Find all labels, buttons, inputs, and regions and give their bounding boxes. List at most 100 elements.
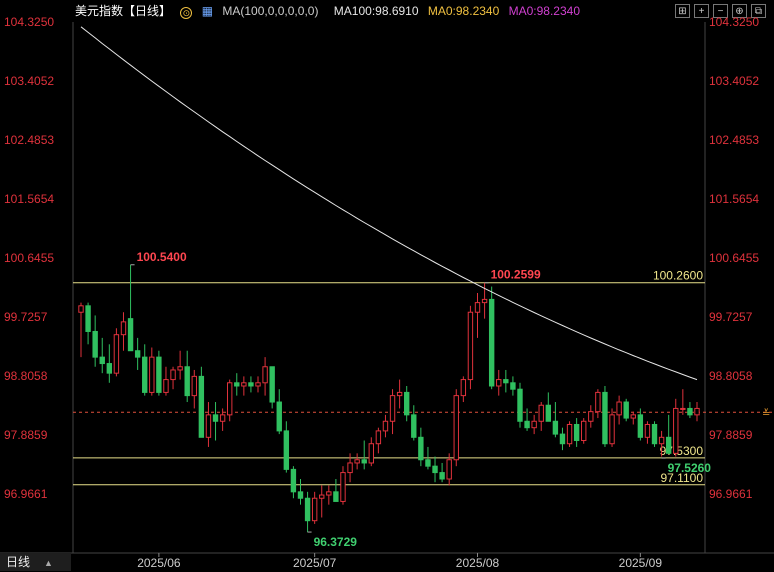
candle-body xyxy=(396,391,403,397)
candle-body xyxy=(694,407,700,416)
candle-body xyxy=(311,497,318,522)
period-label: 日线 xyxy=(6,555,31,569)
candle-body xyxy=(78,305,84,313)
candle-body xyxy=(552,420,559,435)
candle-body xyxy=(248,382,254,387)
candle-body xyxy=(212,414,219,422)
y-tick-left: 97.8859 xyxy=(4,428,48,442)
candle-body xyxy=(92,330,98,358)
candle-body xyxy=(113,334,120,374)
candle-body xyxy=(467,311,474,381)
candle-body xyxy=(177,366,183,371)
candle-body xyxy=(510,382,516,390)
candle-body xyxy=(418,436,424,461)
candle-body xyxy=(85,305,91,332)
y-tick-right: 102.4853 xyxy=(709,133,759,147)
candle-body xyxy=(488,298,495,387)
candle-body xyxy=(566,423,573,445)
candle-body xyxy=(503,379,509,384)
candle-body xyxy=(481,298,488,304)
candle-body xyxy=(673,407,679,454)
candle-body xyxy=(198,375,205,438)
candlestick-chart[interactable]: 104.3250 104.3250 103.4052 103.4052 102.4853… xyxy=(0,0,774,571)
candle-body xyxy=(389,395,396,422)
low-annotation: 96.3729 xyxy=(314,535,358,549)
candle-body xyxy=(106,363,113,374)
y-tick-right: 100.6455 xyxy=(709,251,759,265)
candle-body xyxy=(340,472,346,502)
y-tick-left: 103.4052 xyxy=(4,74,54,88)
candle-body xyxy=(425,459,431,467)
candle-body xyxy=(234,382,240,387)
y-tick-right: 97.8859 xyxy=(709,428,753,442)
candle-body xyxy=(368,443,374,464)
candle-body xyxy=(602,391,608,445)
candle-body xyxy=(170,369,176,381)
candle-body xyxy=(609,414,615,445)
candle-body xyxy=(127,318,134,352)
high-annotation: 100.2599 xyxy=(491,268,541,282)
candle-body xyxy=(531,420,537,429)
high-annotation: 100.5400 xyxy=(137,250,187,264)
candle-body xyxy=(354,459,360,464)
candle-body xyxy=(290,468,297,493)
candle-body xyxy=(665,436,672,454)
x-tick-label: 2025/07 xyxy=(293,556,337,570)
candle-body xyxy=(453,395,459,461)
x-tick-label: 2025/09 xyxy=(619,556,663,570)
candle-body xyxy=(333,491,339,502)
candle-body xyxy=(156,356,162,393)
y-tick-left: 100.6455 xyxy=(4,251,54,265)
y-tick-left: 102.4853 xyxy=(4,133,54,147)
candle-body xyxy=(581,420,587,442)
period-selector[interactable]: 日线 ▲ xyxy=(0,553,71,571)
candle-body xyxy=(630,414,636,419)
candle-body xyxy=(226,382,233,416)
ma100-line xyxy=(80,26,698,381)
candle-body xyxy=(637,414,644,438)
low-annotation: 97.5260 xyxy=(668,461,712,475)
candle-body xyxy=(361,459,367,464)
candle-body xyxy=(623,401,629,419)
candle-body xyxy=(191,375,197,397)
candle-body xyxy=(219,414,226,422)
y-tick-right: 99.7257 xyxy=(709,310,753,324)
candle-body xyxy=(411,414,417,438)
candle-body xyxy=(184,366,190,397)
candle-body xyxy=(347,462,353,474)
candle-body xyxy=(375,430,382,445)
candle-body xyxy=(205,414,212,438)
candle-body xyxy=(524,420,530,429)
candle-body xyxy=(687,407,693,416)
candle-body xyxy=(120,321,127,336)
candle-body xyxy=(559,433,566,445)
candle-body xyxy=(588,411,594,422)
x-tick-label: 2025/06 xyxy=(137,556,181,570)
candle-body xyxy=(644,423,651,438)
candle-body xyxy=(680,407,686,410)
candle-body xyxy=(616,401,622,416)
y-tick-left: 96.9661 xyxy=(4,487,48,501)
candle-body xyxy=(496,379,502,387)
level-label: 100.2600 xyxy=(653,269,703,283)
candle-body xyxy=(658,436,665,445)
candle-body xyxy=(262,366,268,384)
candle-body xyxy=(134,350,141,358)
candle-body xyxy=(319,494,325,499)
candle-body xyxy=(651,423,658,445)
candle-body xyxy=(538,404,544,422)
candle-body xyxy=(460,379,467,397)
y-tick-left: 104.3250 xyxy=(4,15,54,29)
y-tick-left: 98.8058 xyxy=(4,369,48,383)
candle-body xyxy=(474,302,481,313)
candle-body xyxy=(382,420,389,432)
candle-body xyxy=(269,366,275,403)
y-tick-left: 99.7257 xyxy=(4,310,48,324)
chevron-up-icon: ▲ xyxy=(44,558,53,568)
last-price-marker: ≚ xyxy=(762,407,770,419)
candle-body xyxy=(163,379,169,393)
candle-body xyxy=(545,404,552,422)
y-tick-right: 98.8058 xyxy=(709,369,753,383)
y-tick-right: 96.9661 xyxy=(709,487,753,501)
candle-body xyxy=(99,356,105,365)
